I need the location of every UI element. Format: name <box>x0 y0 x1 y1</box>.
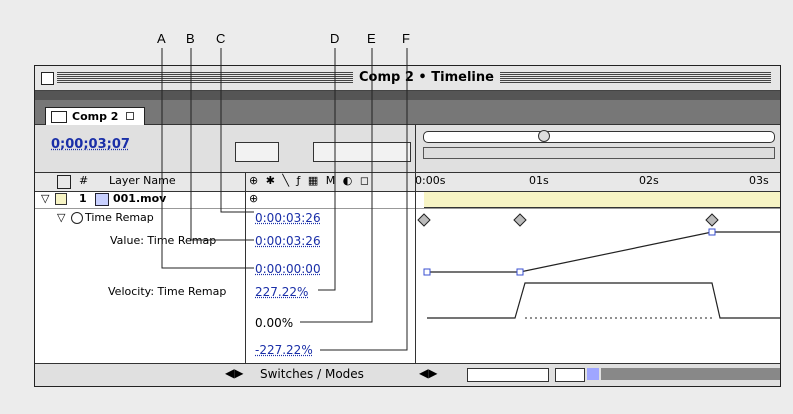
leader-f <box>320 48 408 351</box>
callout-leaders <box>161 48 408 351</box>
leader-a <box>161 48 254 269</box>
leader-d <box>318 48 336 291</box>
leader-c <box>220 48 254 213</box>
leader-b <box>190 48 254 241</box>
leader-e <box>300 48 373 323</box>
